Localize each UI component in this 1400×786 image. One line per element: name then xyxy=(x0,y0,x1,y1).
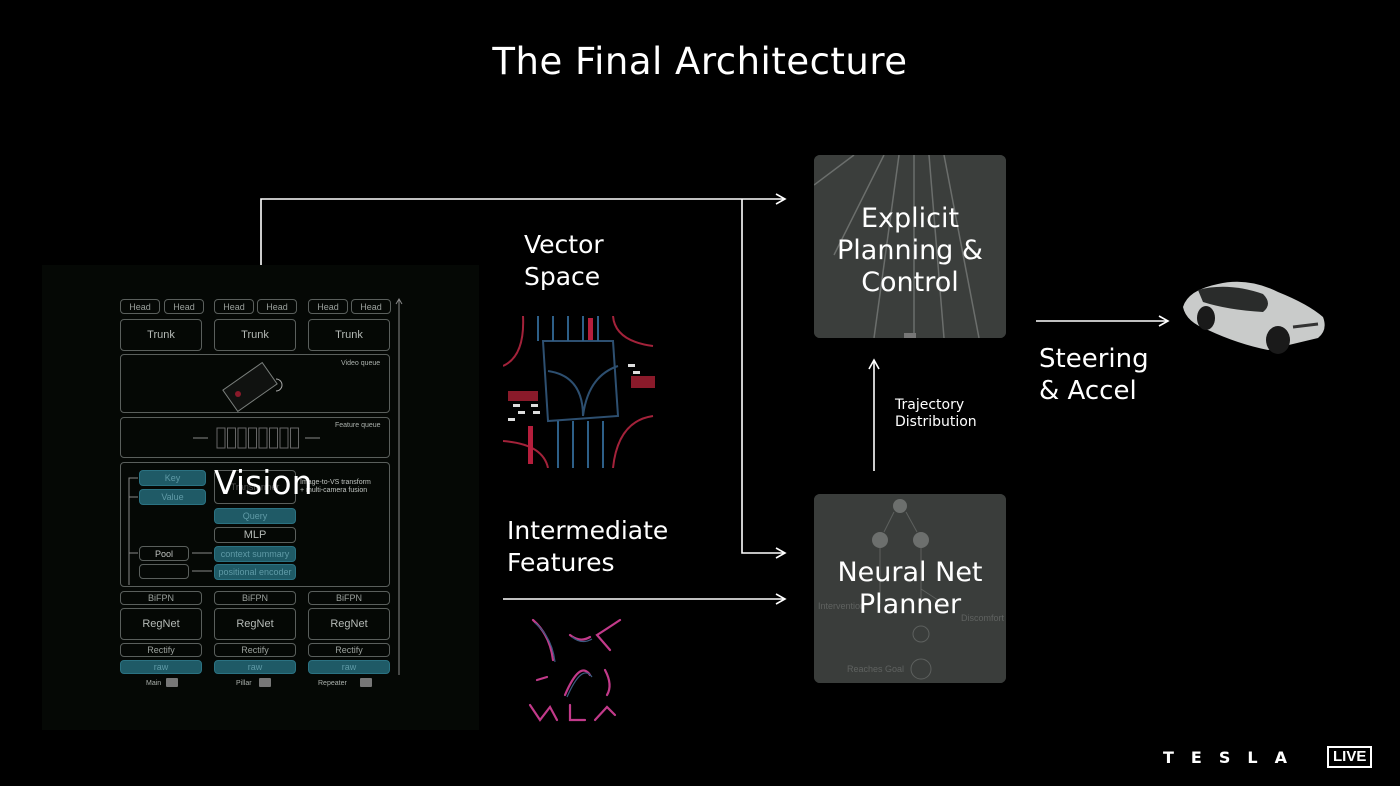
feature-queue-label: Feature queue xyxy=(335,422,381,429)
steering-label-line2: & Accel xyxy=(1039,376,1137,406)
vector-space-label-line1: Vector xyxy=(524,230,604,259)
bifpn-box: BiFPN xyxy=(214,591,296,605)
explicit-planning-card: Explicit Planning & Control xyxy=(814,155,1006,338)
vision-panel: Head Head Head Head Head Head Trunk Trun… xyxy=(42,265,479,730)
trajectory-label-line1: Trajectory xyxy=(895,397,965,413)
trunk-box: Trunk xyxy=(120,319,202,351)
raw-box: raw xyxy=(308,660,390,674)
branch-to-planner-arrow xyxy=(741,199,787,559)
vision-label: Vision xyxy=(214,463,313,502)
bifpn-box: BiFPN xyxy=(120,591,202,605)
camera-label-pillar: Pillar xyxy=(236,680,252,687)
live-badge: LIVE xyxy=(1327,746,1373,768)
camera-label-repeater: Repeater xyxy=(318,680,347,687)
explicit-planning-line1: Explicit xyxy=(860,203,960,234)
upward-flow-arrow xyxy=(395,298,403,675)
regnet-box: RegNet xyxy=(308,608,390,640)
explicit-planning-line3: Control xyxy=(861,267,959,298)
intermediate-features-image xyxy=(528,618,622,722)
neural-net-planner-line2: Planner xyxy=(858,589,962,620)
vision-to-planning-arrow xyxy=(260,193,787,266)
head-box: Head xyxy=(214,299,254,314)
trunk-box: Trunk xyxy=(308,319,390,351)
regnet-box: RegNet xyxy=(120,608,202,640)
rectify-box: Rectify xyxy=(120,643,202,657)
camera-icon xyxy=(360,678,372,687)
vector-space-image xyxy=(503,316,655,468)
camera-icon xyxy=(166,678,178,687)
intermediate-features-label-line2: Features xyxy=(507,548,615,577)
head-box: Head xyxy=(308,299,348,314)
reaches-goal-bg-label: Reaches Goal xyxy=(847,664,904,674)
head-box: Head xyxy=(164,299,204,314)
rectify-box: Rectify xyxy=(214,643,296,657)
bifpn-box: BiFPN xyxy=(308,591,390,605)
raw-box: raw xyxy=(214,660,296,674)
explicit-planning-line2: Planning & xyxy=(837,235,983,266)
ego-vehicle-icon xyxy=(222,361,283,412)
raw-box: raw xyxy=(120,660,202,674)
camera-icon xyxy=(259,678,271,687)
tesla-logo: TESLA xyxy=(1163,748,1304,767)
rectify-box: Rectify xyxy=(308,643,390,657)
trunk-box: Trunk xyxy=(214,319,296,351)
regnet-box: RegNet xyxy=(214,608,296,640)
camera-label-main: Main xyxy=(146,680,162,687)
neural-net-planner-line1: Neural Net xyxy=(837,557,983,588)
car-image xyxy=(1183,281,1325,354)
trajectory-label-line2: Distribution xyxy=(895,414,977,430)
head-box: Head xyxy=(351,299,391,314)
head-box: Head xyxy=(120,299,160,314)
neural-net-planner-card: Intervention Discomfort Reaches Goal Neu… xyxy=(814,494,1006,683)
head-box: Head xyxy=(257,299,297,314)
video-queue-label: Video queue xyxy=(341,360,381,367)
steering-label-line1: Steering xyxy=(1039,344,1149,374)
vector-space-label-line2: Space xyxy=(524,262,601,291)
intermediate-features-label-line1: Intermediate xyxy=(507,516,669,545)
